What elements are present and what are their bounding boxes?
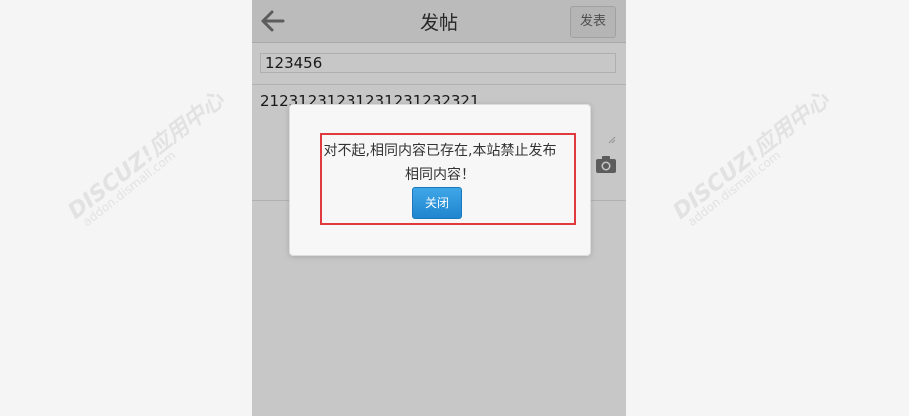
alert-dialog: 对不起,相同内容已存在,本站禁止发布 相同内容！ 关闭	[289, 104, 591, 256]
watermark-brand: DISCUZ!应用中心	[668, 87, 835, 225]
watermark-brand: DISCUZ!应用中心	[63, 87, 230, 225]
close-button[interactable]: 关闭	[412, 187, 462, 219]
alert-message-line2: 相同内容！	[405, 167, 475, 183]
watermark-site: addon.dismall.com	[80, 147, 179, 230]
alert-message-line1: 对不起,相同内容已存在,本站禁止发布	[323, 143, 557, 159]
watermark-site: addon.dismall.com	[685, 147, 784, 230]
watermark-right: DISCUZ!应用中心 addon.dismall.com	[655, 88, 895, 300]
mobile-post-screen: 发帖 发表 123456 21231231231231231232321 对不起…	[252, 0, 626, 416]
modal-overlay[interactable]: 对不起,相同内容已存在,本站禁止发布 相同内容！ 关闭	[252, 0, 626, 416]
alert-message: 对不起,相同内容已存在,本站禁止发布 相同内容！	[310, 139, 570, 187]
